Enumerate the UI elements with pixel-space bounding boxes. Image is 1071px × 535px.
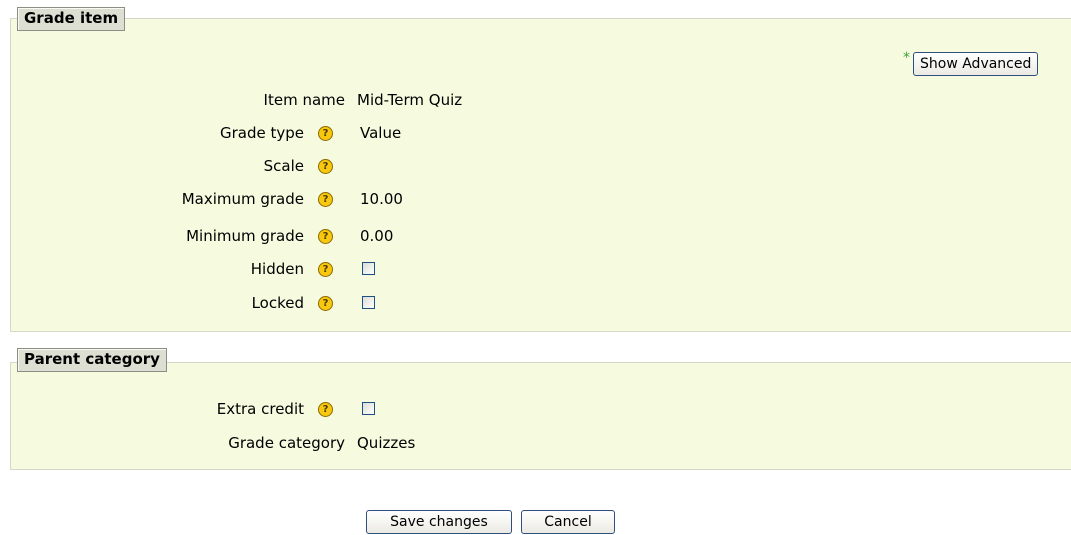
help-icon[interactable]: ?: [318, 126, 333, 141]
scale-row: Scale ?: [0, 155, 1071, 177]
locked-label: Locked: [251, 294, 304, 312]
grade-category-value: Quizzes: [357, 434, 416, 452]
grade-type-label: Grade type: [219, 124, 304, 142]
item-name-value: Mid-Term Quiz: [357, 91, 463, 109]
grade-type-value: Value: [360, 124, 402, 142]
help-icon[interactable]: ?: [318, 262, 333, 277]
parent-category-legend: Parent category: [17, 348, 167, 372]
extra-credit-row: Extra credit ?: [0, 398, 1071, 420]
minimum-grade-label: Minimum grade: [186, 227, 304, 245]
locked-row: Locked ?: [0, 292, 1071, 314]
grade-type-row: Grade type ? Value: [0, 122, 1071, 144]
save-changes-button[interactable]: Save changes: [366, 510, 512, 534]
advanced-marker: *: [903, 50, 910, 66]
grade-category-label: Grade category: [228, 434, 345, 452]
maximum-grade-value: 10.00: [360, 190, 403, 208]
grade-item-legend: Grade item: [17, 7, 126, 31]
maximum-grade-row: Maximum grade ? 10.00: [0, 188, 1071, 210]
minimum-grade-value: 0.00: [360, 227, 394, 245]
hidden-row: Hidden ?: [0, 258, 1071, 280]
show-advanced-button[interactable]: Show Advanced: [913, 52, 1039, 76]
help-icon[interactable]: ?: [318, 159, 333, 174]
item-name-label: Item name: [263, 91, 345, 109]
help-icon[interactable]: ?: [318, 402, 333, 417]
extra-credit-label: Extra credit: [216, 400, 304, 418]
help-icon[interactable]: ?: [318, 229, 333, 244]
maximum-grade-label: Maximum grade: [181, 190, 304, 208]
extra-credit-checkbox[interactable]: [362, 402, 375, 415]
minimum-grade-row: Minimum grade ? 0.00: [0, 225, 1071, 247]
help-icon[interactable]: ?: [318, 296, 333, 311]
locked-checkbox[interactable]: [362, 296, 375, 309]
help-icon[interactable]: ?: [318, 192, 333, 207]
item-name-row: Item name Mid-Term Quiz: [0, 89, 1071, 111]
hidden-checkbox[interactable]: [362, 262, 375, 275]
grade-category-row: Grade category Quizzes: [0, 432, 1071, 454]
hidden-label: Hidden: [250, 260, 304, 278]
cancel-button[interactable]: Cancel: [521, 510, 615, 534]
scale-label: Scale: [263, 157, 304, 175]
